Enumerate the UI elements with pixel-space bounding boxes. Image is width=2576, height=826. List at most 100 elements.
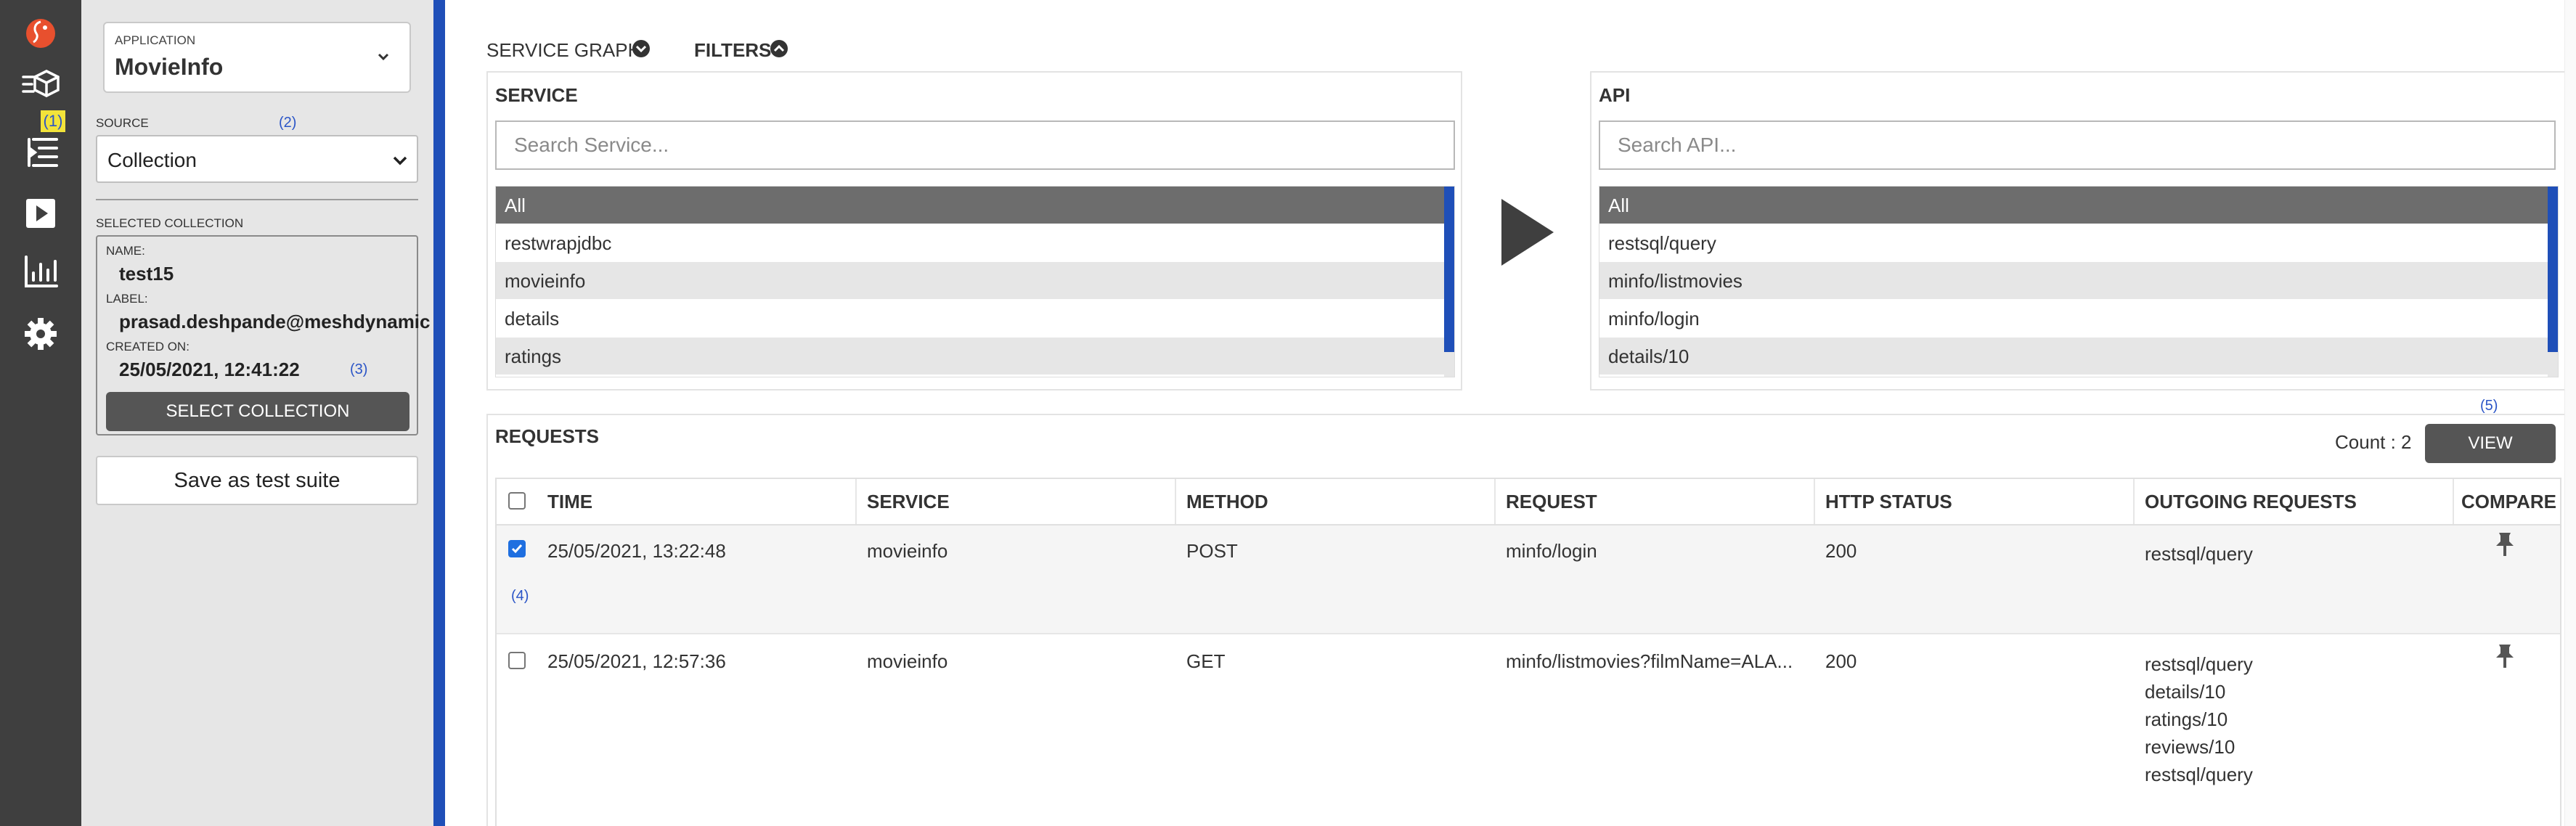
requests-title: REQUESTS [495,425,600,447]
application-select[interactable]: APPLICATION MovieInfo [103,22,411,93]
service-list-item[interactable]: All [496,187,1444,224]
collection-created: 25/05/2021, 12:41:22 [119,359,300,380]
column-header-compare[interactable]: COMPARE [2454,479,2560,524]
cell-request[interactable]: minfo/login [1496,540,1815,563]
cell-outgoing-requests: restsql/query [2135,540,2454,568]
cell-time: 25/05/2021, 13:22:48 [547,540,726,562]
collection-label: prasad.deshpande@meshdynamic [119,311,431,332]
requests-table: TIME SERVICE METHOD REQUEST HTTP STATUS … [495,478,2561,826]
source-value: Collection [107,149,197,171]
cell-service: movieinfo [867,650,948,672]
select-collection-button[interactable]: SELECT COLLECTION [106,392,409,431]
cell-http-status: 200 [1825,540,1857,562]
source-hint: (2) [279,115,297,131]
api-panel-title: API [1599,84,1631,106]
pin-icon[interactable] [2493,531,2516,557]
cell-http-status: 200 [1825,650,1857,672]
test-list-icon[interactable] [19,131,62,174]
service-graph-toggle[interactable]: SERVICE GRAPH [486,39,641,62]
collection-name-label: NAME: [106,244,145,258]
service-search-box [495,120,1455,170]
cell-time: 25/05/2021, 12:57:36 [547,650,726,672]
outgoing-request[interactable]: reviews/10 [2145,733,2454,761]
requests-panel: REQUESTS (5) Count : 2 VIEW TIME SERVICE… [486,398,2567,826]
collection-label-label: LABEL: [106,292,148,306]
service-list: All restwrapjdbc movieinfo details ratin… [495,186,1455,377]
api-list-scrollbar[interactable] [2548,187,2558,377]
rail-badge: (1) [41,110,65,132]
column-header-method[interactable]: METHOD [1176,479,1496,524]
chevron-up-circle-icon[interactable] [770,39,788,58]
outgoing-request[interactable]: restsql/query [2145,540,2454,568]
api-search-input[interactable] [1600,122,2554,168]
column-header-http-status[interactable]: HTTP STATUS [1815,479,2135,524]
service-list-item[interactable]: restwrapjdbc [496,224,1444,262]
outgoing-request[interactable]: restsql/query [2145,761,2454,788]
play-arrow-icon [1500,197,1555,267]
selected-collection-card: NAME: test15 LABEL: prasad.deshpande@mes… [96,235,431,436]
row-checkbox[interactable] [508,652,526,669]
api-list: All restsql/query minfo/listmovies minfo… [1599,186,2559,377]
application-caption: APPLICATION [115,33,196,47]
service-list-scrollbar[interactable] [1444,187,1454,377]
view-button[interactable]: VIEW [2425,424,2556,463]
outgoing-request[interactable]: restsql/query [2145,650,2454,678]
service-search-input[interactable] [497,122,1454,168]
column-header-request[interactable]: REQUEST [1496,479,1815,524]
api-filter-panel: API All restsql/query minfo/listmovies m… [1590,71,2566,390]
column-header-service[interactable]: SERVICE [857,479,1176,524]
service-filter-panel: SERVICE All restwrapjdbc movieinfo detai… [486,71,1462,390]
api-search-box [1599,120,2556,170]
collection-name: test15 [119,263,174,285]
view-hint: (5) [2480,398,2498,414]
service-list-item[interactable]: ratings [496,338,1444,375]
collection-hint: (3) [350,361,368,377]
service-list-item[interactable]: details [496,300,1444,338]
chevron-down-icon [391,151,409,170]
cell-method: POST [1186,540,1238,562]
service-panel-title: SERVICE [495,84,578,106]
icon-rail: (1) [0,0,81,826]
row-checkbox[interactable] [508,540,526,557]
collection-created-label: CREATED ON: [106,340,189,353]
table-row[interactable]: 25/05/2021, 12:57:36 movieinfo GET minfo… [497,636,2560,826]
settings-icon[interactable] [19,312,62,356]
sidebar-resize-handle[interactable] [433,0,445,826]
chevron-down-circle-icon[interactable] [632,39,651,58]
request-count: Count : 2 [2335,431,2412,453]
service-list-item[interactable]: movieinfo [496,262,1444,300]
logo-icon[interactable] [19,13,62,57]
cell-service: movieinfo [867,540,948,562]
api-list-item[interactable]: minfo/login [1599,300,2548,338]
save-as-test-suite-button[interactable]: Save as test suite [96,456,418,505]
column-header-time[interactable]: TIME [537,479,857,524]
source-select[interactable]: Collection [96,135,418,183]
filters-toggle[interactable]: FILTERS [694,39,771,62]
run-icon[interactable] [19,192,62,235]
application-value: MovieInfo [115,54,224,80]
source-caption: SOURCE [96,116,149,130]
divider [96,199,418,200]
test-suite-icon[interactable] [19,64,62,107]
api-list-item[interactable]: restsql/query [1599,224,2548,262]
api-list-item[interactable]: details/10 [1599,338,2548,375]
pin-icon[interactable] [2493,643,2516,669]
scrollbar-thumb[interactable] [1444,187,1454,352]
app-window: (1) APPLICATION MovieInfo SOURCE (2) Col… [0,0,2576,826]
side-panel: APPLICATION MovieInfo SOURCE (2) Collect… [81,0,433,826]
api-list-item[interactable]: All [1599,187,2548,224]
table-row[interactable]: (4) 25/05/2021, 13:22:48 movieinfo POST … [497,526,2560,634]
cell-method: GET [1186,650,1226,672]
cell-request[interactable]: minfo/listmovies?filmName=ALA... [1496,650,1808,673]
outgoing-request[interactable]: ratings/10 [2145,706,2454,733]
row-hint: (4) [511,588,529,604]
api-list-item[interactable]: minfo/listmovies [1599,262,2548,300]
select-all-checkbox[interactable] [508,492,526,510]
outgoing-request[interactable]: details/10 [2145,678,2454,706]
column-header-outgoing-requests[interactable]: OUTGOING REQUESTS [2135,479,2454,524]
page-scrollbar[interactable] [2564,0,2576,826]
scrollbar-thumb[interactable] [2548,187,2558,352]
analytics-icon[interactable] [19,250,62,293]
chevron-down-icon [373,46,394,67]
selected-collection-caption: SELECTED COLLECTION [96,216,244,230]
